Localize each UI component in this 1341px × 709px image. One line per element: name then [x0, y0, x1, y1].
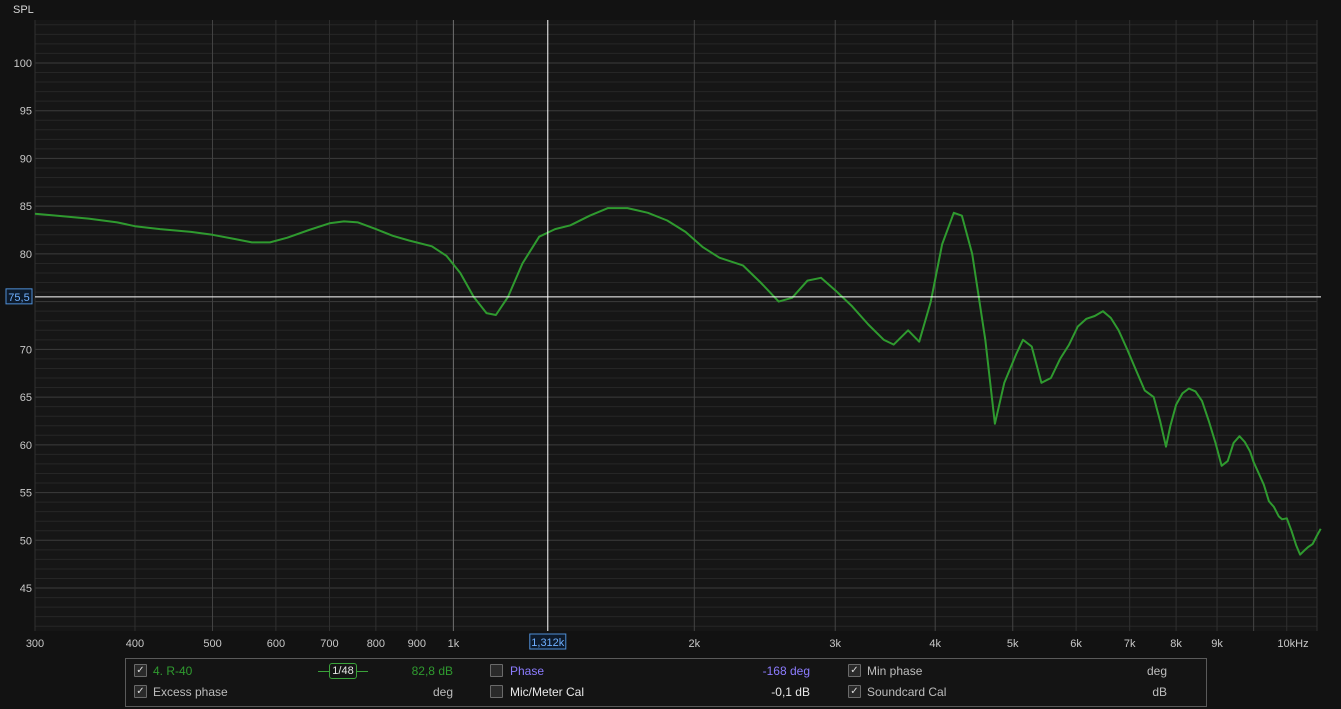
cursor-y-readout: 75,5 — [5, 288, 33, 305]
smoothing-control[interactable]: 1/48 — [318, 663, 368, 679]
r40-label: 4. R-40 — [153, 664, 193, 678]
smoothing-value: 1/48 — [329, 663, 357, 679]
x-tick-label: 800 — [367, 638, 385, 650]
r40-value: 82,8 dB — [411, 664, 453, 678]
min-phase-value: deg — [1146, 664, 1167, 678]
mic-meter-cal-checkbox[interactable] — [490, 685, 503, 698]
x-tick-label: 10kHz — [1277, 638, 1308, 650]
x-tick-label: 8k — [1170, 638, 1182, 650]
x-tick-label: 2k — [688, 638, 700, 650]
phase-label: Phase — [510, 664, 545, 678]
min-phase-label: Min phase — [867, 664, 923, 678]
soundcard-cal-checkbox[interactable] — [848, 685, 861, 698]
y-tick-label: 85 — [20, 201, 32, 213]
r40-checkbox[interactable] — [134, 664, 147, 677]
x-tick-label: 600 — [267, 638, 285, 650]
y-tick-label: 60 — [20, 440, 32, 452]
plot-area[interactable] — [35, 20, 1317, 631]
mic-meter-cal-value: -0,1 dB — [771, 685, 810, 699]
legend-row: 4. R-40 1/48 82,8 dB Phase -168 deg Min … — [126, 661, 1206, 681]
svg-text:1,312k: 1,312k — [531, 637, 565, 649]
x-tick-label: 4k — [929, 638, 941, 650]
x-tick-label: 5k — [1007, 638, 1019, 650]
x-tick-labels: 300 400 500 600 700 800 900 1k 2k 3k 4k 5k 6k 7k 8k 9k 1… — [26, 638, 1309, 650]
y-tick-label: 90 — [20, 153, 32, 165]
legend-panel: 4. R-40 1/48 82,8 dB Phase -168 deg Min … — [125, 658, 1207, 707]
excess-phase-checkbox[interactable] — [134, 685, 147, 698]
y-tick-label: 50 — [20, 535, 32, 547]
x-tick-label: 6k — [1070, 638, 1082, 650]
soundcard-cal-value: dB — [1152, 685, 1167, 699]
x-tick-label: 900 — [408, 638, 426, 650]
excess-phase-value: deg — [432, 685, 453, 699]
min-phase-checkbox[interactable] — [848, 664, 861, 677]
y-tick-labels: 45 50 55 60 65 70 80 85 90 95 100 — [14, 58, 32, 595]
y-tick-label: 55 — [20, 488, 32, 500]
x-tick-label: 400 — [126, 638, 144, 650]
y-tick-label: 70 — [20, 344, 32, 356]
soundcard-cal-label: Soundcard Cal — [867, 685, 947, 699]
y-axis-label: SPL — [13, 4, 34, 16]
x-tick-label: 9k — [1211, 638, 1223, 650]
legend-row: Excess phase deg Mic/Meter Cal -0,1 dB S… — [126, 682, 1206, 702]
y-tick-label: 45 — [20, 583, 32, 595]
x-tick-label: 3k — [829, 638, 841, 650]
x-tick-label: 300 — [26, 638, 44, 650]
x-tick-label: 700 — [320, 638, 338, 650]
x-tick-label: 7k — [1124, 638, 1136, 650]
mic-meter-cal-label: Mic/Meter Cal — [510, 685, 585, 699]
excess-phase-label: Excess phase — [153, 685, 228, 699]
svg-text:75,5: 75,5 — [8, 292, 29, 304]
y-tick-label: 100 — [14, 58, 32, 70]
phase-checkbox[interactable] — [490, 664, 503, 677]
x-tick-label: 500 — [203, 638, 221, 650]
y-tick-label: 80 — [20, 249, 32, 261]
phase-value: -168 deg — [762, 664, 810, 678]
y-tick-label: 65 — [20, 392, 32, 404]
spl-chart[interactable]: 45 50 55 60 65 70 80 85 90 95 100 300 400 500 600 700 8… — [0, 0, 1341, 709]
cursor-x-readout: 1,312k — [529, 633, 567, 650]
x-tick-label: 1k — [448, 638, 460, 650]
y-tick-label: 95 — [20, 106, 32, 118]
